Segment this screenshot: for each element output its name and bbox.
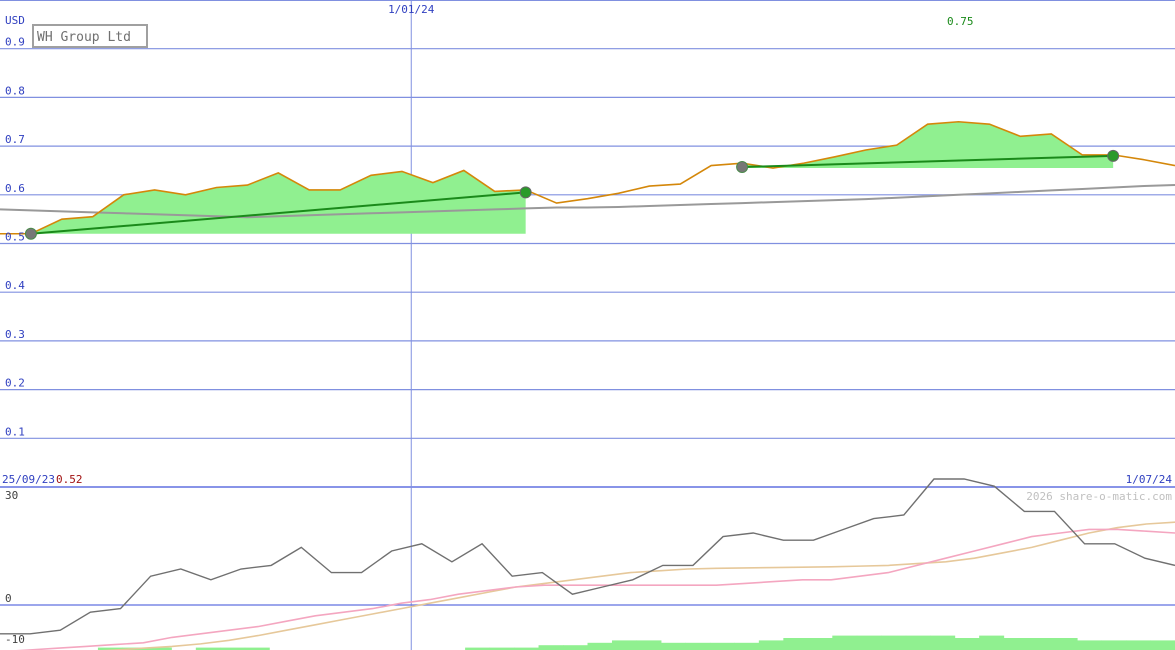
- y-tick-label: 0.1: [5, 425, 25, 438]
- watermark: 2026 share-o-matic.com: [1026, 490, 1172, 503]
- volume-bar: [685, 642, 711, 650]
- start-date-label: 25/09/23: [2, 473, 55, 486]
- y-tick-label: 0.9: [5, 36, 25, 49]
- trend-start-marker: [736, 161, 749, 174]
- y-tick-label: 0.6: [5, 182, 25, 195]
- x-tick-label: 1/01/24: [388, 3, 435, 16]
- fast-signal-line: [15, 528, 1175, 650]
- sub-y-tick-label: 30: [5, 489, 18, 502]
- volume-bar: [1126, 640, 1152, 650]
- volume-bar: [660, 642, 686, 650]
- volume-bar: [930, 635, 956, 650]
- y-tick-label: 0.5: [5, 231, 25, 244]
- chart-title: WH Group Ltd: [37, 30, 131, 45]
- volume-bar: [1077, 640, 1103, 650]
- y-tick-label: 0.4: [5, 279, 25, 292]
- volume-bar: [1101, 640, 1127, 650]
- start-value-label: 0.52: [56, 473, 83, 486]
- volume-bar: [807, 638, 833, 650]
- trend-start-marker: [24, 227, 37, 240]
- peak-label: 0.75: [947, 15, 974, 28]
- sub-y-tick-label: 0: [5, 592, 12, 605]
- sub-y-tick-label: -10: [5, 633, 25, 646]
- volume-bar: [587, 642, 613, 650]
- volume-bar: [881, 635, 907, 650]
- volume-bar: [636, 640, 662, 650]
- end-date-label: 1/07/24: [1126, 473, 1173, 486]
- volume-bar: [611, 640, 637, 650]
- y-axis-unit: USD: [5, 14, 25, 27]
- y-tick-label: 0.7: [5, 133, 25, 146]
- volume-bar: [1003, 638, 1029, 650]
- share-chart: 0.1 0.2 0.3 0.4 0.5 0.6 0.7 0.8 0.9 1/01/24 30 0 -1…: [0, 0, 1175, 650]
- volume-bar: [979, 635, 1005, 650]
- volume-bar: [856, 635, 882, 650]
- slow-signal-line: [101, 521, 1175, 650]
- trend-end-marker: [1107, 149, 1120, 162]
- volume-bar: [832, 635, 858, 650]
- volume-bar: [709, 642, 735, 650]
- y-tick-label: 0.2: [5, 377, 25, 390]
- y-tick-label: 0.8: [5, 84, 25, 97]
- momentum-line: [0, 478, 1175, 635]
- volume-bar: [1052, 638, 1078, 650]
- volume-bar: [783, 638, 809, 650]
- volume-bar: [905, 635, 931, 650]
- volume-bar: [563, 645, 588, 650]
- gain-area: [30, 170, 526, 234]
- volume-bar: [954, 638, 980, 650]
- y-tick-label: 0.3: [5, 328, 25, 341]
- volume-bar: [1028, 638, 1054, 650]
- volume-bar: [1150, 640, 1175, 650]
- volume-bar: [734, 642, 760, 650]
- trend-end-marker: [519, 186, 532, 199]
- volume-bar: [758, 640, 784, 650]
- volume-bar: [538, 645, 564, 650]
